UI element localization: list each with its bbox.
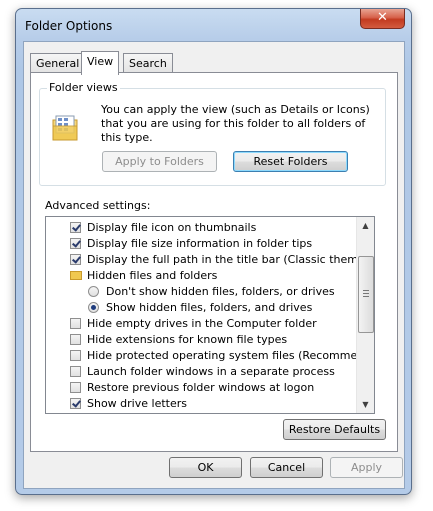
checkbox-unchecked[interactable]: [70, 382, 81, 393]
checkbox-checked[interactable]: [70, 238, 81, 249]
folder-icon: [52, 115, 78, 141]
window-title: Folder Options: [25, 19, 113, 33]
list-item-label: Hide protected operating system files (R…: [87, 349, 375, 362]
apply-to-folders-button[interactable]: Apply to Folders: [102, 151, 217, 172]
checkbox-unchecked[interactable]: [70, 366, 81, 377]
advanced-settings-list[interactable]: Display file icon on thumbnails Display …: [45, 216, 375, 414]
grip-line: [363, 296, 369, 297]
radio-unselected[interactable]: [88, 286, 99, 297]
folder-views-description: You can apply the view (such as Details …: [101, 103, 370, 144]
folder-options-window: Folder Options ✕ General View Search Fol…: [15, 8, 412, 495]
list-item-label: Hidden files and folders: [87, 269, 218, 282]
apply-button[interactable]: Apply: [330, 457, 403, 478]
checkbox-checked[interactable]: [70, 222, 81, 233]
vertical-scrollbar[interactable]: ▲ ▼: [356, 217, 374, 413]
view-tab-page: Folder views You can apply the view (suc…: [30, 72, 398, 452]
scroll-up-icon[interactable]: ▲: [357, 217, 374, 234]
checkbox-checked[interactable]: [70, 398, 81, 409]
list-item-label: Launch folder windows in a separate proc…: [87, 365, 335, 378]
list-item-label: Show drive letters: [87, 397, 187, 410]
list-item-label: Display file size information in folder …: [87, 237, 313, 250]
radio-selected[interactable]: [88, 302, 99, 313]
advanced-settings-label: Advanced settings:: [45, 199, 151, 212]
list-item-label: Hide empty drives in the Computer folder: [87, 317, 317, 330]
scroll-thumb[interactable]: [358, 256, 374, 333]
checkbox-checked[interactable]: [70, 254, 81, 265]
grip-line: [363, 293, 369, 294]
list-item-label: Hide extensions for known file types: [87, 333, 288, 346]
cancel-button[interactable]: Cancel: [250, 457, 323, 478]
grip-line: [363, 290, 369, 291]
tab-general[interactable]: General: [30, 53, 86, 73]
list-item-label: Don't show hidden files, folders, or dri…: [106, 285, 335, 298]
dialog-client: General View Search Folder views You can…: [23, 41, 405, 489]
reset-folders-button[interactable]: Reset Folders: [233, 151, 348, 172]
tab-search[interactable]: Search: [123, 53, 173, 73]
tab-view[interactable]: View: [81, 51, 120, 75]
checkbox-unchecked[interactable]: [70, 334, 81, 345]
close-button[interactable]: ✕: [360, 9, 405, 29]
list-item-label: Display file icon on thumbnails: [87, 221, 257, 234]
restore-defaults-button[interactable]: Restore Defaults: [283, 419, 386, 440]
close-icon: ✕: [377, 10, 388, 25]
folder-views-group: Folder views You can apply the view (suc…: [39, 81, 386, 186]
checkbox-unchecked[interactable]: [70, 350, 81, 361]
list-item-label: Display the full path in the title bar (…: [87, 253, 375, 266]
ok-button[interactable]: OK: [169, 457, 242, 478]
checkbox-unchecked[interactable]: [70, 318, 81, 329]
folder-views-label: Folder views: [47, 81, 120, 94]
list-item-label: Show hidden files, folders, and drives: [106, 301, 313, 314]
folder-icon: [70, 271, 82, 280]
scroll-down-icon[interactable]: ▼: [357, 396, 374, 413]
list-item-label: Restore previous folder windows at logon: [87, 381, 315, 394]
